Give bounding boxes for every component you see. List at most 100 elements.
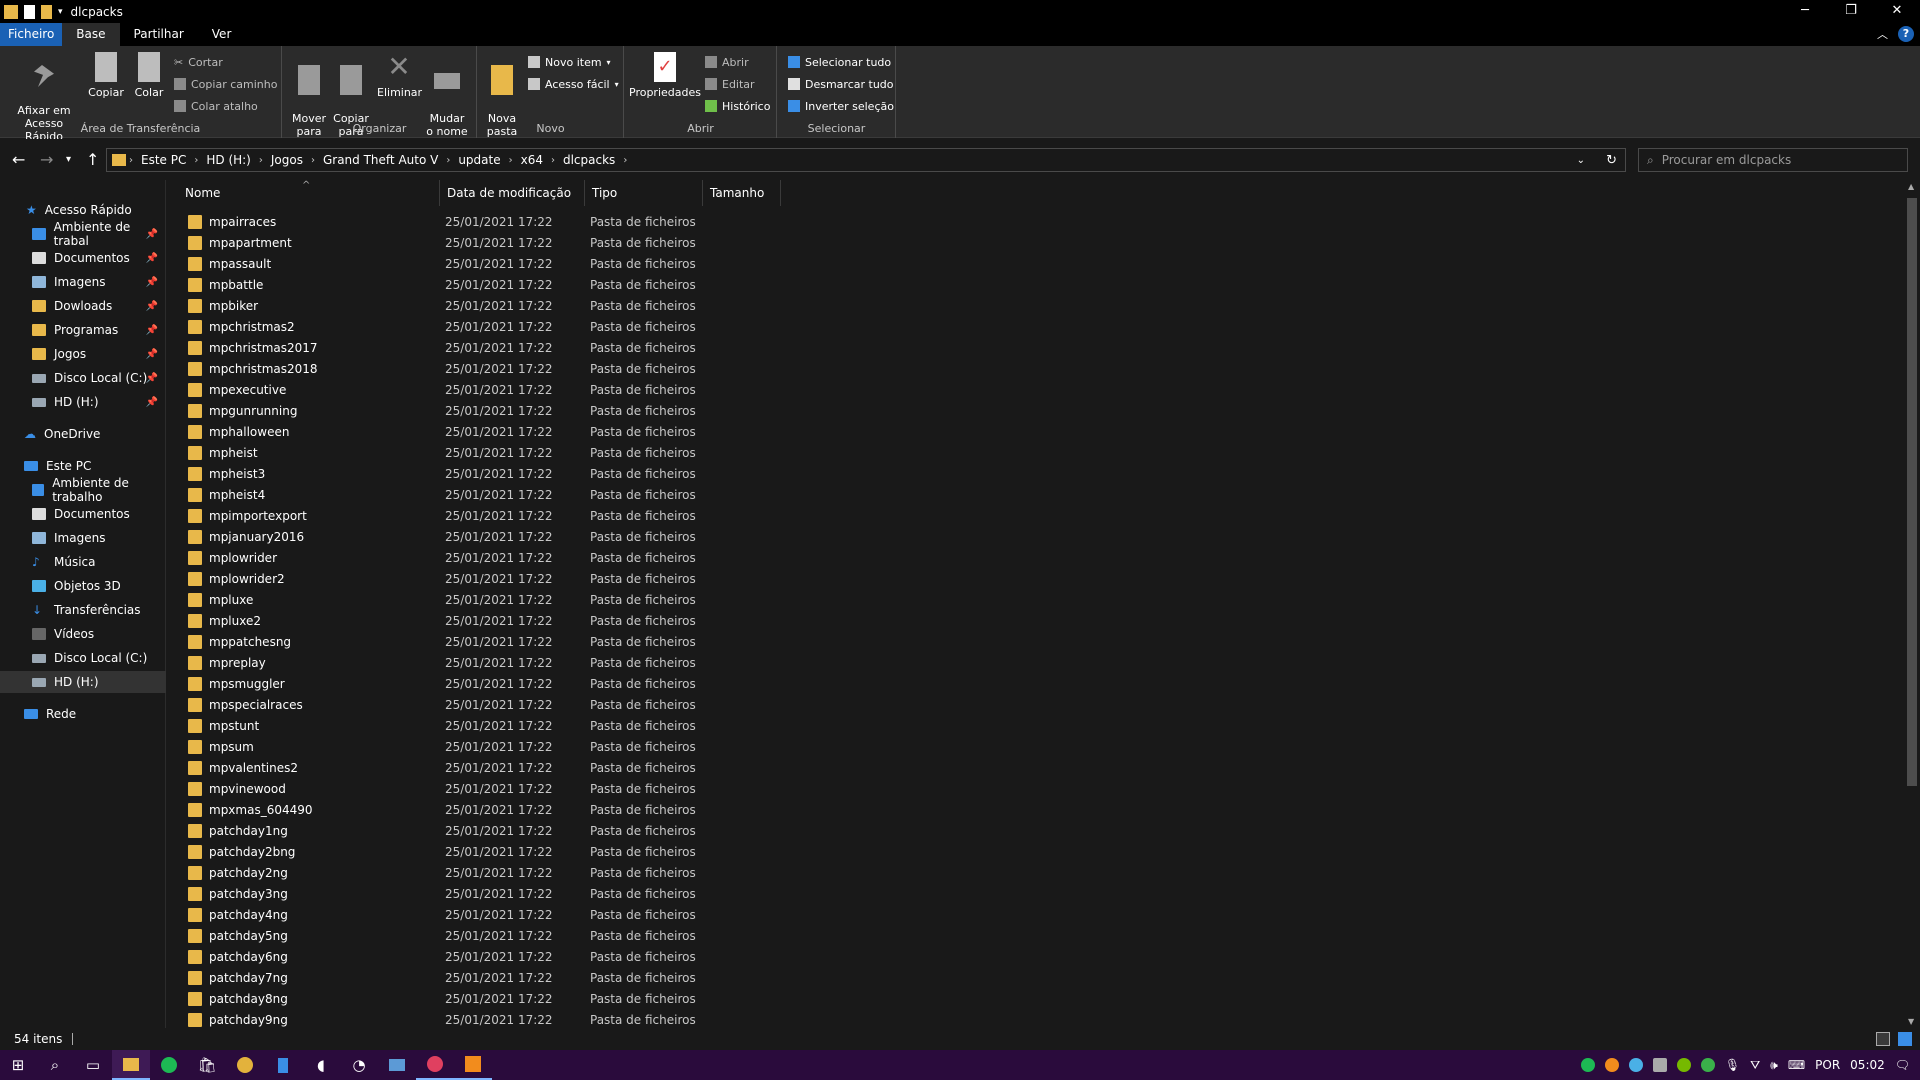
nav-quick-images[interactable]: Imagens 📌	[0, 271, 166, 293]
table-row[interactable]: patchday1ng 25/01/2021 17:22 Pasta de fich…	[168, 820, 1904, 841]
table-row[interactable]: mpheist4 25/01/2021 17:22 Pasta de ficheir…	[168, 484, 1904, 505]
column-header-date[interactable]: Data de modificação	[440, 180, 585, 206]
new-item-button[interactable]: Novo item ▾	[528, 53, 611, 71]
collapse-ribbon-icon[interactable]: ︿	[1877, 26, 1888, 42]
nav-pc-desktop[interactable]: Ambiente de trabalho	[0, 476, 166, 504]
store-icon[interactable]: 🛍	[188, 1050, 226, 1080]
table-row[interactable]: mpluxe 25/01/2021 17:22 Pasta de ficheiros	[168, 589, 1904, 610]
table-row[interactable]: patchday6ng 25/01/2021 17:22 Pasta de fich…	[168, 946, 1904, 967]
delete-button[interactable]: ✕ Eliminar	[377, 52, 422, 100]
input-language[interactable]: POR	[1815, 1058, 1840, 1072]
table-row[interactable]: mpchristmas2017 25/01/2021 17:22 Pasta de …	[168, 337, 1904, 358]
breadcrumb-separator-icon[interactable]: ›	[256, 155, 266, 166]
nav-pc-documents[interactable]: Documentos	[0, 503, 166, 525]
recent-locations-chevron-icon[interactable]: ▾	[66, 154, 71, 165]
easy-access-button[interactable]: Acesso fácil ▾	[528, 75, 619, 93]
breadcrumb-update[interactable]: update	[453, 153, 505, 167]
select-all-button[interactable]: Selecionar tudo	[788, 53, 891, 71]
table-row[interactable]: mpheist 25/01/2021 17:22 Pasta de ficheiro…	[168, 442, 1904, 463]
new-folder-icon[interactable]	[41, 4, 52, 19]
nav-quick-hd-h[interactable]: HD (H:) 📌	[0, 391, 166, 413]
table-row[interactable]: mpassault 25/01/2021 17:22 Pasta de fichei…	[168, 253, 1904, 274]
table-row[interactable]: mpimportexport 25/01/2021 17:22 Pasta de f…	[168, 505, 1904, 526]
table-row[interactable]: mpsum 25/01/2021 17:22 Pasta de ficheiros	[168, 736, 1904, 757]
scroll-down-icon[interactable]: ▼	[1908, 1017, 1914, 1026]
clock[interactable]: 05:02	[1850, 1058, 1885, 1072]
nav-network[interactable]: Rede	[0, 703, 166, 725]
properties-icon[interactable]	[24, 4, 35, 19]
table-row[interactable]: patchday4ng 25/01/2021 17:22 Pasta de fich…	[168, 904, 1904, 925]
nav-pc-music[interactable]: ♪ Música	[0, 551, 166, 573]
nav-quick-access[interactable]: ★ Acesso Rápido	[0, 199, 166, 221]
table-row[interactable]: mpxmas_604490 25/01/2021 17:22 Pasta de fi…	[168, 799, 1904, 820]
column-header-type[interactable]: Tipo	[585, 180, 703, 206]
breadcrumb-separator-icon[interactable]: ›	[308, 155, 318, 166]
table-row[interactable]: mpvalentines2 25/01/2021 17:22 Pasta de fi…	[168, 757, 1904, 778]
nav-pc-3d-objects[interactable]: Objetos 3D	[0, 575, 166, 597]
table-row[interactable]: patchday2bng 25/01/2021 17:22 Pasta de fic…	[168, 841, 1904, 862]
breadcrumb-hd[interactable]: HD (H:)	[201, 153, 256, 167]
table-row[interactable]: mpreplay 25/01/2021 17:22 Pasta de ficheir…	[168, 652, 1904, 673]
table-row[interactable]: mpheist3 25/01/2021 17:22 Pasta de ficheir…	[168, 463, 1904, 484]
nav-quick-programs[interactable]: Programas 📌	[0, 319, 166, 341]
task-view-icon[interactable]: ▭	[74, 1050, 112, 1080]
select-none-button[interactable]: Desmarcar tudo	[788, 75, 894, 93]
breadcrumb-dlcpacks[interactable]: dlcpacks	[558, 153, 620, 167]
help-icon[interactable]: ?	[1898, 26, 1914, 42]
windows-start-icon[interactable]: ⊞	[0, 1050, 36, 1080]
table-row[interactable]: patchday9ng 25/01/2021 17:22 Pasta de fich…	[168, 1009, 1904, 1028]
breadcrumb-separator-icon[interactable]: ›	[443, 155, 453, 166]
table-row[interactable]: mpbiker 25/01/2021 17:22 Pasta de ficheiro…	[168, 295, 1904, 316]
speaker-app-icon[interactable]: ◖	[302, 1050, 340, 1080]
app-tray-icon[interactable]	[1628, 1058, 1643, 1072]
quick-access-dropdown-icon[interactable]: ▾	[58, 7, 63, 17]
table-row[interactable]: patchday3ng 25/01/2021 17:22 Pasta de fich…	[168, 883, 1904, 904]
open-button[interactable]: Abrir	[705, 53, 749, 71]
table-row[interactable]: mplowrider 25/01/2021 17:22 Pasta de fiche…	[168, 547, 1904, 568]
gauge-app-icon[interactable]: ◔	[340, 1050, 378, 1080]
search-input[interactable]: ⌕ Procurar em dlcpacks	[1638, 148, 1908, 172]
browser-app-icon[interactable]	[416, 1050, 454, 1080]
scroll-up-icon[interactable]: ▲	[1908, 182, 1914, 191]
address-bar[interactable]: › Este PC › HD (H:) › Jogos › Grand Theft A…	[106, 148, 1626, 172]
details-view-icon[interactable]	[1876, 1032, 1890, 1046]
breadcrumb-separator-icon[interactable]: ›	[548, 155, 558, 166]
avast-tray-icon[interactable]	[1604, 1058, 1619, 1072]
table-row[interactable]: mpbattle 25/01/2021 17:22 Pasta de ficheir…	[168, 274, 1904, 295]
notification-icon[interactable]: 🗨	[1895, 1058, 1910, 1072]
bookmark-app-icon[interactable]	[264, 1050, 302, 1080]
table-row[interactable]: mpchristmas2 25/01/2021 17:22 Pasta de fic…	[168, 316, 1904, 337]
table-row[interactable]: mpgunrunning 25/01/2021 17:22 Pasta de fic…	[168, 400, 1904, 421]
tab-ver[interactable]: Ver	[198, 23, 246, 46]
breadcrumb-separator-icon[interactable]: ›	[191, 155, 201, 166]
paste-button[interactable]: Colar	[130, 52, 168, 99]
nav-pc-videos[interactable]: Vídeos	[0, 623, 166, 645]
address-history-chevron-icon[interactable]: ⌄	[1577, 155, 1585, 166]
history-button[interactable]: Histórico	[705, 97, 770, 115]
copy-path-button[interactable]: Copiar caminho	[174, 75, 277, 93]
column-header-name[interactable]: Nome ^	[168, 180, 440, 206]
edit-button[interactable]: Editar	[705, 75, 755, 93]
table-row[interactable]: mpapartment 25/01/2021 17:22 Pasta de fich…	[168, 232, 1904, 253]
spotify-icon[interactable]	[150, 1050, 188, 1080]
search-icon[interactable]: ⌕	[36, 1050, 74, 1080]
spotify-tray-icon[interactable]	[1580, 1058, 1595, 1072]
tab-partilhar[interactable]: Partilhar	[120, 23, 198, 46]
invert-selection-button[interactable]: Inverter seleção	[788, 97, 894, 115]
settings-app-icon[interactable]	[378, 1050, 416, 1080]
table-row[interactable]: mpvinewood 25/01/2021 17:22 Pasta de fiche…	[168, 778, 1904, 799]
table-row[interactable]: mplowrider2 25/01/2021 17:22 Pasta de fich…	[168, 568, 1904, 589]
nav-this-pc[interactable]: Este PC	[0, 455, 166, 477]
tab-base[interactable]: Base	[62, 23, 120, 46]
table-row[interactable]: patchday8ng 25/01/2021 17:22 Pasta de fich…	[168, 988, 1904, 1009]
nav-quick-downloads[interactable]: Dowloads 📌	[0, 295, 166, 317]
table-row[interactable]: mppatchesng 25/01/2021 17:22 Pasta de fich…	[168, 631, 1904, 652]
nav-pc-hd-h[interactable]: HD (H:)	[0, 671, 166, 693]
table-row[interactable]: patchday7ng 25/01/2021 17:22 Pasta de fich…	[168, 967, 1904, 988]
breadcrumb-gta[interactable]: Grand Theft Auto V	[318, 153, 443, 167]
breadcrumb-jogos[interactable]: Jogos	[266, 153, 308, 167]
forward-arrow-icon[interactable]: →	[40, 150, 53, 169]
nav-quick-disk-c[interactable]: Disco Local (C:) 📌	[0, 367, 166, 389]
avast-app-icon[interactable]	[454, 1050, 492, 1080]
up-arrow-icon[interactable]: ↑	[86, 150, 99, 169]
